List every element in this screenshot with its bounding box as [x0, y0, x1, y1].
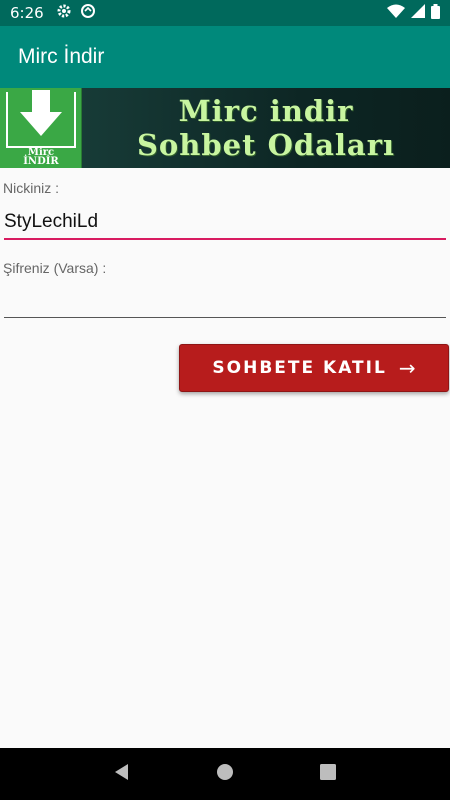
join-chat-button-label: SOHBETE KATIL [212, 358, 387, 378]
home-icon[interactable] [216, 763, 234, 786]
mirc-logo: Mirc İNDİR [0, 88, 82, 168]
banner-headline-line1: Mirc indir [178, 94, 354, 128]
banner-ad[interactable]: Mirc İNDİR Mirc indir Sohbet Odaları [0, 88, 450, 168]
password-input[interactable] [4, 284, 446, 318]
data-saver-icon [80, 3, 96, 23]
battery-icon [431, 3, 440, 23]
nick-input[interactable] [4, 206, 446, 240]
app-bar: Mirc İndir [0, 26, 450, 88]
arrow-right-icon: → [398, 356, 416, 380]
gear-icon [56, 3, 72, 23]
back-icon[interactable] [113, 763, 131, 786]
navigation-bar [0, 748, 450, 800]
banner-headline: Mirc indir Sohbet Odaları [82, 88, 450, 168]
app-title: Mirc İndir [18, 45, 105, 68]
recents-icon[interactable] [319, 763, 337, 786]
join-chat-button[interactable]: SOHBETE KATIL → [179, 344, 449, 392]
logo-text-line2: İNDİR [23, 156, 59, 167]
download-arrow-icon [20, 90, 62, 136]
wifi-icon [387, 4, 405, 22]
banner-headline-line2: Sohbet Odaları [136, 128, 396, 162]
nick-label: Nickiniz : [3, 180, 60, 196]
status-bar: 6:26 [0, 0, 450, 26]
password-label: Şifreniz (Varsa) : [3, 260, 107, 276]
signal-icon [411, 4, 425, 22]
status-time: 6:26 [10, 4, 44, 22]
